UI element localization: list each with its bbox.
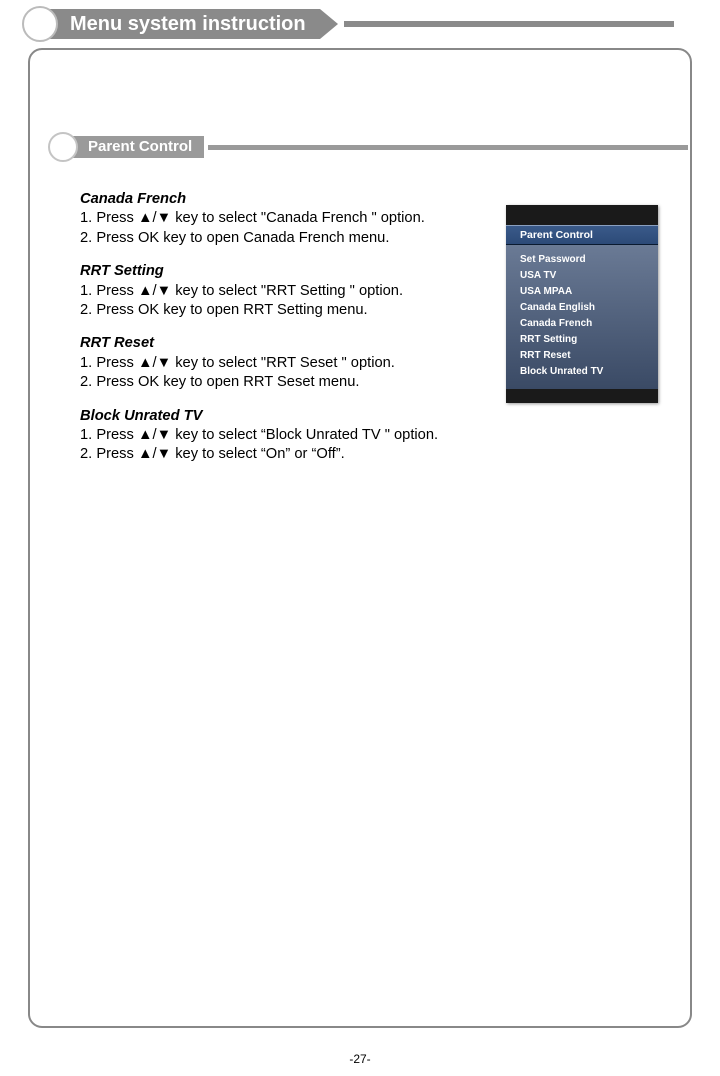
section-heading-banner: Parent Control	[48, 132, 688, 162]
section-rule	[208, 145, 688, 150]
menu-item: USA TV	[520, 267, 658, 283]
page-title-banner: Menu system instruction	[22, 6, 674, 42]
chevron-right-icon	[320, 9, 338, 39]
instruction-line: 1. Press ▲/▼ key to select "RRT Seset " …	[80, 354, 520, 373]
menu-item: Canada English	[520, 299, 658, 315]
title-bullet-circle	[22, 6, 58, 42]
section-bullet-circle	[48, 132, 78, 162]
instruction-line: 1. Press ▲/▼ key to select “Block Unrate…	[80, 426, 520, 445]
section-rrt-reset: RRT Reset 1. Press ▲/▼ key to select "RR…	[80, 334, 520, 392]
title-rule	[344, 21, 674, 27]
menu-item: RRT Reset	[520, 347, 658, 363]
section-canada-french: Canada French 1. Press ▲/▼ key to select…	[80, 190, 520, 248]
section-heading-text: RRT Setting	[80, 262, 520, 281]
section-rrt-setting: RRT Setting 1. Press ▲/▼ key to select "…	[80, 262, 520, 320]
page-title: Menu system instruction	[48, 9, 320, 39]
section-block-unrated: Block Unrated TV 1. Press ▲/▼ key to sel…	[80, 407, 520, 465]
menu-item: USA MPAA	[520, 283, 658, 299]
page-number: -27-	[0, 1052, 720, 1066]
menu-top-gap	[506, 205, 658, 225]
page-frame: Parent Control Canada French 1. Press ▲/…	[28, 48, 692, 1028]
section-heading-text: RRT Reset	[80, 334, 520, 353]
instruction-content: Canada French 1. Press ▲/▼ key to select…	[80, 190, 520, 479]
menu-header: Parent Control	[506, 225, 658, 245]
menu-item: Block Unrated TV	[520, 363, 658, 379]
menu-item: Set Password	[520, 251, 658, 267]
title-pill: Menu system instruction	[48, 9, 338, 39]
instruction-line: 1. Press ▲/▼ key to select "RRT Setting …	[80, 282, 520, 301]
instruction-line: 2. Press OK key to open RRT Seset menu.	[80, 373, 520, 392]
menu-item: RRT Setting	[520, 331, 658, 347]
instruction-line: 2. Press OK key to open RRT Setting menu…	[80, 301, 520, 320]
menu-body: Set Password USA TV USA MPAA Canada Engl…	[506, 245, 658, 389]
section-heading-text: Canada French	[80, 190, 520, 209]
section-heading: Parent Control	[70, 136, 204, 158]
instruction-line: 1. Press ▲/▼ key to select "Canada Frenc…	[80, 209, 520, 228]
instruction-line: 2. Press ▲/▼ key to select “On” or “Off”…	[80, 445, 520, 464]
menu-item: Canada French	[520, 315, 658, 331]
section-heading-text: Block Unrated TV	[80, 407, 520, 426]
instruction-line: 2. Press OK key to open Canada French me…	[80, 229, 520, 248]
osd-menu-screenshot: Parent Control Set Password USA TV USA M…	[506, 205, 658, 403]
